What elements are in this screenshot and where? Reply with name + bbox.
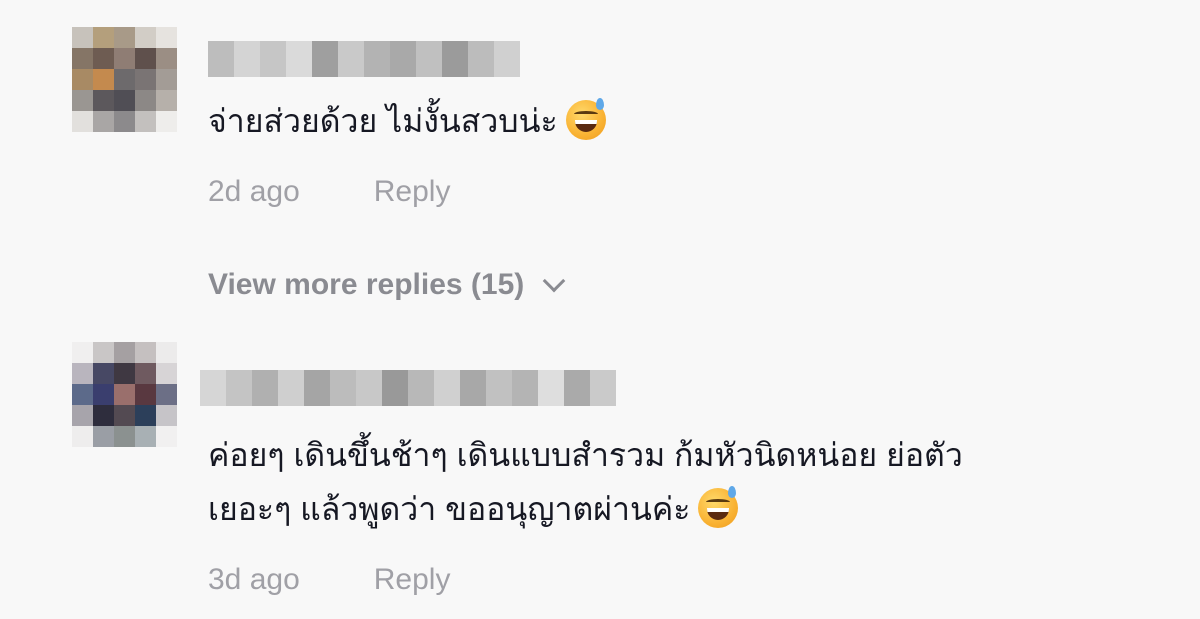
chevron-down-icon <box>542 269 566 293</box>
avatar[interactable] <box>72 27 177 132</box>
username-blurred[interactable] <box>208 41 520 77</box>
comment-meta: 2d ago Reply <box>208 175 450 209</box>
timestamp: 2d ago <box>208 175 300 208</box>
username-blurred[interactable] <box>200 370 616 406</box>
comment-thread: จ่ายส่วยด้วย ไม่งั้นสวบน่ะ 2d ago Reply … <box>0 0 1200 619</box>
comment-meta: 3d ago Reply <box>208 563 450 597</box>
view-more-replies-button[interactable]: View more replies (15) <box>208 268 566 302</box>
comment-text: จ่ายส่วยด้วย ไม่งั้นสวบน่ะ <box>208 94 606 148</box>
timestamp: 3d ago <box>208 563 300 596</box>
reply-button[interactable]: Reply <box>374 175 451 209</box>
comment-text: ค่อยๆ เดินขึ้นช้าๆ เดินแบบสำรวม ก้มหัวนิ… <box>208 437 963 528</box>
grinning-sweat-emoji <box>565 98 606 140</box>
reply-button[interactable]: Reply <box>374 563 451 597</box>
avatar[interactable] <box>72 342 177 447</box>
grinning-sweat-emoji <box>698 486 739 528</box>
view-more-label: View more replies (15) <box>208 268 525 301</box>
